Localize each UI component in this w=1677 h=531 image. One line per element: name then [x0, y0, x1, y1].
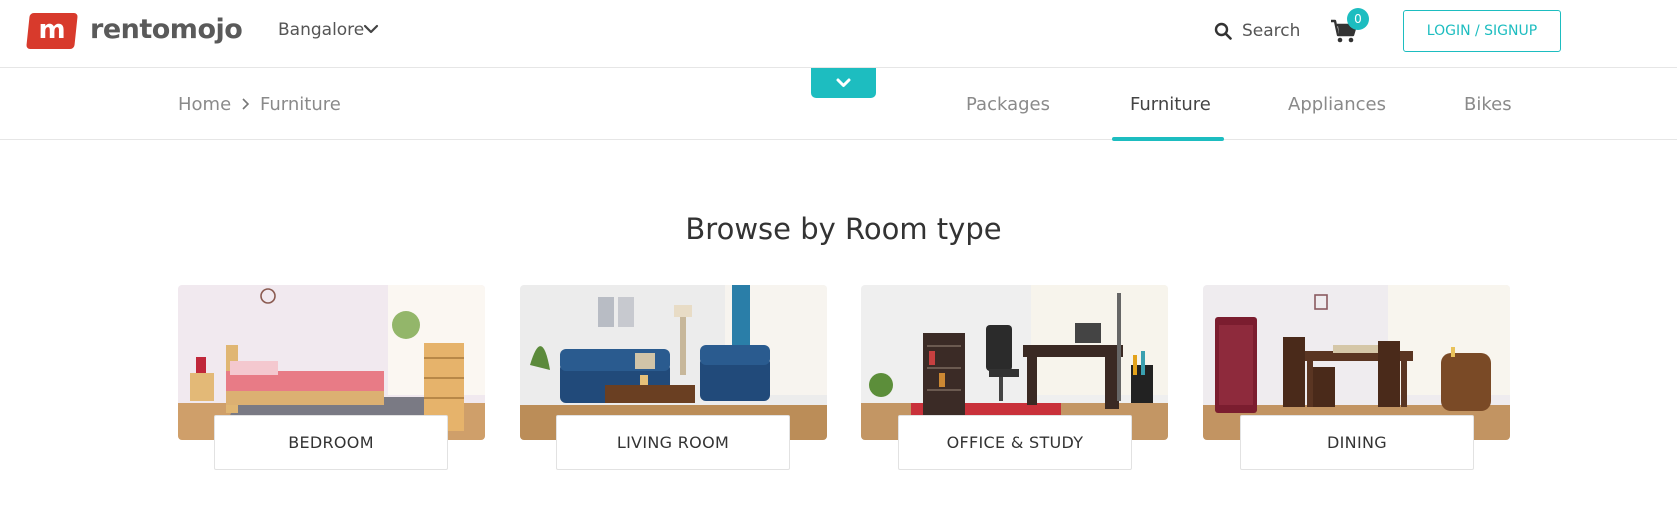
- cart-count-badge: 0: [1347, 8, 1369, 30]
- tab-appliances[interactable]: Appliances: [1288, 94, 1386, 115]
- room-label-dining[interactable]: DINING: [1240, 415, 1474, 470]
- room-label-bedroom[interactable]: BEDROOM: [214, 415, 448, 470]
- expand-menu-toggle[interactable]: [811, 68, 876, 98]
- tab-packages[interactable]: Packages: [966, 94, 1050, 115]
- logo-letter: m: [38, 15, 66, 45]
- brand-name[interactable]: rentomojo: [90, 14, 243, 45]
- search-button[interactable]: Search: [1242, 21, 1300, 41]
- chevron-down-icon: [836, 78, 851, 87]
- top-header: m rentomojo Bangalore Search 0 LOGIN / S…: [0, 0, 1677, 68]
- login-signup-button[interactable]: LOGIN / SIGNUP: [1403, 10, 1561, 52]
- search-icon[interactable]: [1214, 22, 1232, 40]
- breadcrumb-current: Furniture: [260, 94, 341, 115]
- room-label-living-room[interactable]: LIVING ROOM: [556, 415, 790, 470]
- section-title: Browse by Room type: [685, 212, 1002, 246]
- city-selector[interactable]: Bangalore: [278, 20, 364, 40]
- brand-logo-mark[interactable]: m: [26, 13, 78, 49]
- breadcrumb-home[interactable]: Home: [178, 94, 231, 115]
- active-tab-indicator: [1112, 137, 1224, 141]
- category-subnav: Home Furniture Packages Furniture Applia…: [0, 68, 1677, 141]
- chevron-down-icon[interactable]: [362, 20, 380, 38]
- tab-bikes[interactable]: Bikes: [1464, 94, 1512, 115]
- chevron-right-icon: [242, 98, 250, 110]
- room-label-office-study[interactable]: OFFICE & STUDY: [898, 415, 1132, 470]
- tab-furniture[interactable]: Furniture: [1130, 94, 1211, 115]
